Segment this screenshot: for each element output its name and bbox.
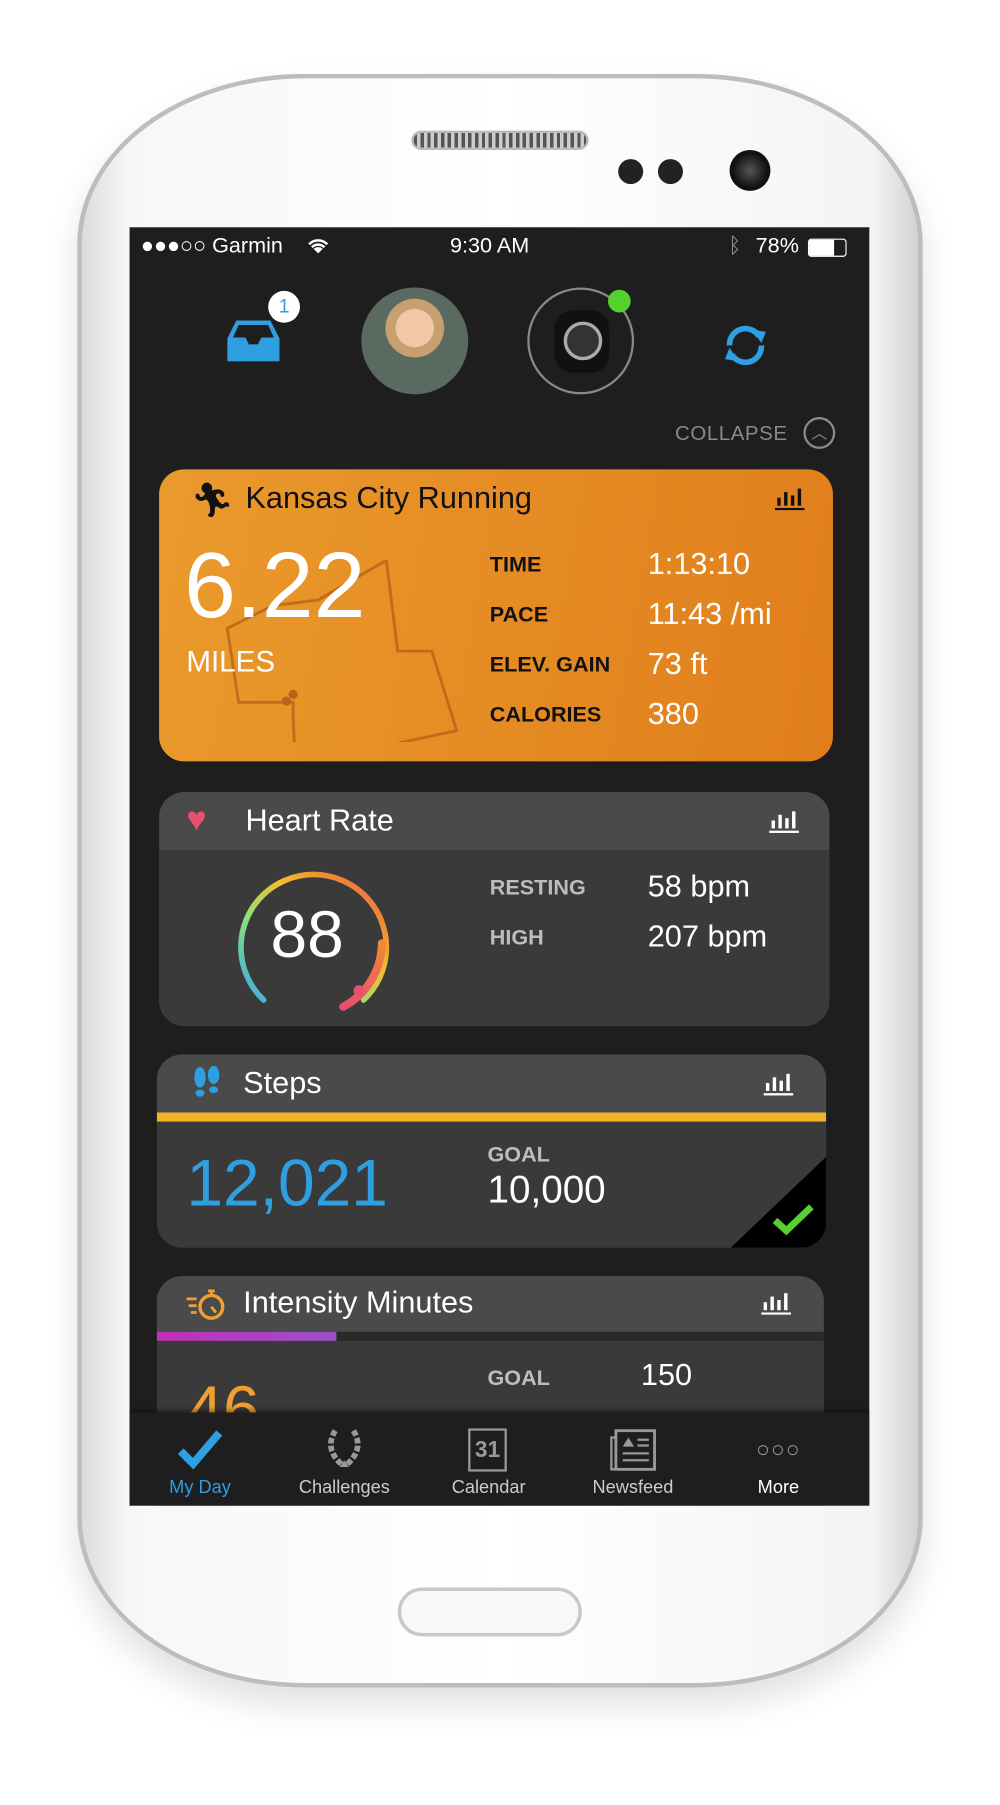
collapse-button[interactable]: COLLAPSE [675, 422, 788, 446]
tab-bar: My Day Challenges 31 Calendar Newsfeed ○… [129, 1412, 870, 1506]
check-icon [772, 1204, 814, 1236]
watch-icon [554, 310, 610, 373]
steps-count: 12,021 [186, 1146, 388, 1221]
inbox-badge: 1 [268, 290, 300, 323]
stat-value: 58 bpm [647, 869, 751, 904]
stat-value: 73 ft [647, 646, 708, 681]
calendar-day: 31 [474, 1437, 501, 1463]
distance-unit: MILES [186, 644, 276, 679]
stat-label: RESTING [489, 876, 586, 900]
tab-label: More [757, 1478, 800, 1498]
front-camera [729, 149, 771, 191]
stat-value: 380 [647, 696, 699, 731]
tab-more[interactable]: ○○○ More [705, 1412, 853, 1505]
speaker-grille [411, 130, 589, 150]
intensity-progress-fill [156, 1331, 337, 1341]
goal-value: 10,000 [487, 1168, 606, 1212]
steps-card[interactable]: Steps 12,021 GOAL 10,000 [156, 1054, 827, 1248]
more-icon: ○○○ [756, 1437, 801, 1463]
home-button[interactable] [397, 1587, 582, 1637]
tab-label: Challenges [298, 1478, 390, 1498]
app-screen: ●●●○○ Garmin 9:30 AM ᛒ 78% 1 COLLAPSE ︿ … [129, 227, 870, 1506]
sensor-dot [618, 159, 644, 185]
activity-title: Kansas City Running [245, 480, 532, 515]
intensity-title: Intensity Minutes [243, 1285, 474, 1320]
heart-rate-title: Heart Rate [245, 803, 394, 838]
goal-value: 150 [640, 1357, 693, 1393]
stat-label: TIME [489, 553, 542, 578]
battery-icon [807, 238, 847, 257]
tab-label: Newsfeed [592, 1478, 674, 1498]
activity-card[interactable]: 🏃︎ Kansas City Running 6.22 MILES TIME 1… [159, 469, 833, 762]
avatar[interactable] [361, 287, 469, 395]
stat-label: CALORIES [489, 703, 602, 728]
battery-percent: 78% [755, 234, 799, 258]
device-connected-dot [607, 289, 631, 313]
intensity-progress-track [156, 1331, 824, 1341]
distance-value: 6.22 [184, 534, 366, 638]
sensor-dot [657, 159, 683, 185]
stat-value: 1:13:10 [647, 546, 751, 581]
chart-icon[interactable] [762, 1070, 794, 1096]
stat-label: HIGH [489, 926, 544, 950]
goal-label: GOAL [487, 1367, 550, 1391]
chart-icon[interactable] [760, 1290, 792, 1315]
chart-icon[interactable] [768, 808, 800, 833]
steps-progress-bar [156, 1112, 827, 1122]
newspaper-icon [610, 1429, 656, 1471]
calendar-icon: 31 [468, 1428, 507, 1472]
tab-challenges[interactable]: Challenges [270, 1412, 418, 1505]
stat-value: 207 bpm [647, 919, 768, 954]
steps-title: Steps [243, 1065, 322, 1100]
stat-label: PACE [489, 603, 549, 628]
heart-rate-card[interactable]: ♥ Heart Rate 88 RESTING 58 bpm HIGH 207 … [159, 792, 830, 1027]
tab-label: Calendar [451, 1478, 526, 1498]
stopwatch-icon [186, 1289, 225, 1320]
check-icon [177, 1430, 223, 1470]
tab-label: My Day [169, 1478, 231, 1498]
goal-label: GOAL [487, 1143, 550, 1168]
carrier: ●●●○○ Garmin [140, 234, 283, 258]
sync-icon[interactable] [718, 318, 773, 373]
clock: 9:30 AM [449, 234, 530, 258]
inbox-icon[interactable] [227, 318, 280, 362]
chart-icon[interactable] [774, 485, 806, 511]
laurel-icon [328, 1429, 361, 1468]
stat-value: 11:43 /mi [647, 596, 772, 631]
heart-icon: ♥ [186, 801, 207, 839]
running-icon: 🏃︎ [190, 481, 235, 520]
chevron-up-icon[interactable]: ︿ [803, 417, 836, 449]
heart-rate-current: 88 [270, 897, 344, 972]
footprints-icon [194, 1065, 220, 1097]
tab-newsfeed[interactable]: Newsfeed [559, 1412, 707, 1505]
tab-my-day[interactable]: My Day [130, 1412, 274, 1505]
stat-label: ELEV. GAIN [489, 653, 611, 678]
wifi-icon [308, 239, 329, 254]
bluetooth-icon: ᛒ [728, 234, 742, 258]
tab-calendar[interactable]: 31 Calendar [415, 1412, 563, 1505]
